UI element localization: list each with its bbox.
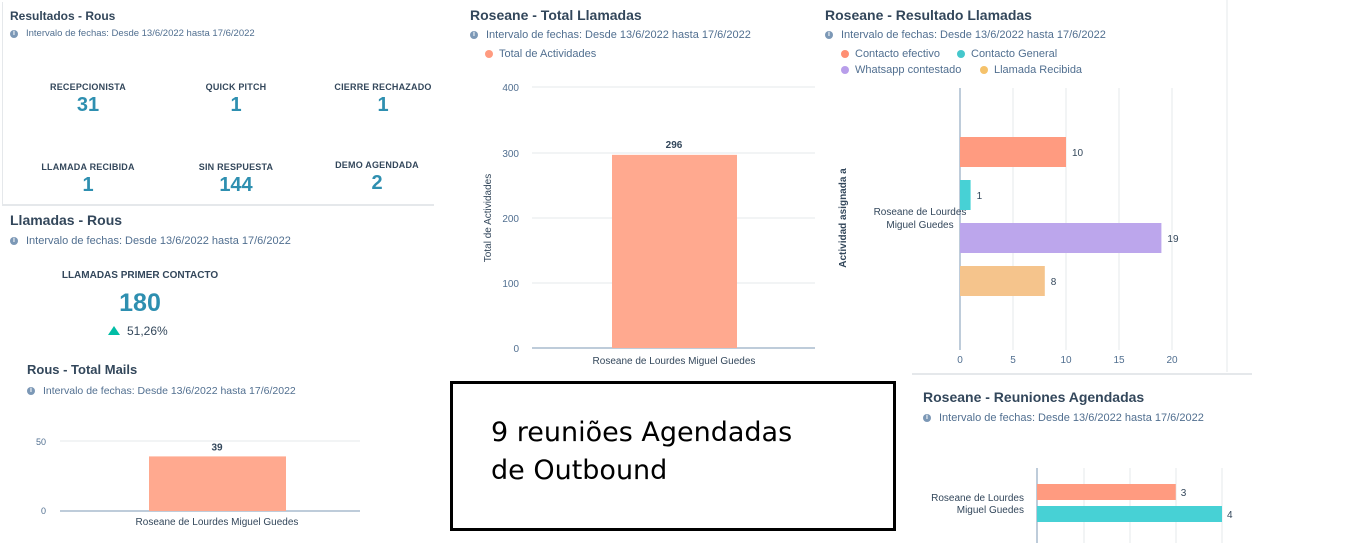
data-label: 39 [211, 442, 223, 453]
y-tick-label: 100 [502, 279, 519, 290]
date-range-text: Intervalo de fechas: Desde 13/6/2022 has… [26, 28, 255, 39]
y-axis-label: Actividad asignada a [838, 168, 849, 268]
data-label: 4 [1227, 510, 1233, 521]
y-tick-label: Miguel Guedes [957, 505, 1024, 516]
kpi-value[interactable]: 1 [318, 94, 448, 117]
y-tick-label: 200 [502, 214, 519, 225]
x-tick-label: Roseane de Lourdes Miguel Guedes [593, 356, 756, 367]
bar-whatsapp-contestado[interactable] [960, 223, 1162, 253]
note-text: 9 reuniões Agendadas de Outbound [491, 414, 871, 490]
bar-contacto-efectivo[interactable] [960, 137, 1066, 167]
kpi-cierre-rechazado: CIERRE RECHAZADO 1 [318, 82, 448, 117]
info-icon[interactable]: i [10, 29, 18, 38]
kpi-demo-agendada: DEMO AGENDADA 2 [312, 160, 442, 195]
kpi-label: SIN RESPUESTA [198, 162, 274, 172]
divider [2, 204, 434, 206]
llamadas-kpi-label: LLAMADAS PRIMER CONTACTO [61, 270, 219, 281]
resultados-card: Resultados - Rous i Intervalo de fechas:… [0, 0, 436, 206]
kpi-value[interactable]: 144 [171, 174, 301, 197]
resultado-llamadas-chart: Actividad asignada a Roseane de Lourdes … [838, 0, 1228, 372]
x-tick-label: 15 [1113, 355, 1125, 366]
bar-contacto-general[interactable] [960, 180, 971, 210]
change-value: 51,26% [127, 324, 168, 338]
kpi-label: CIERRE RECHAZADO [334, 82, 432, 92]
divider [912, 373, 1252, 375]
resultados-title: Resultados - Rous [10, 9, 116, 23]
resultado-llamadas-card: Roseane - Resultado Llamadas i Intervalo… [815, 0, 1255, 372]
data-label: 1 [977, 191, 983, 202]
bar-series-1[interactable] [1037, 484, 1176, 500]
y-tick-label: Roseane de Lourdes [874, 207, 967, 218]
llamadas-change: 51,26% [108, 324, 168, 338]
llamadas-date-range: i Intervalo de fechas: Desde 13/6/2022 h… [10, 235, 291, 247]
total-llamadas-chart: 400 300 200 100 0 Total de Actividades 2… [483, 83, 817, 367]
note-box: 9 reuniões Agendadas de Outbound [450, 381, 896, 531]
total-llamadas-card: Roseane - Total Llamadas i Intervalo de … [440, 0, 830, 375]
kpi-value[interactable]: 31 [23, 94, 153, 117]
llamadas-title: Llamadas - Rous [10, 212, 123, 228]
x-tick-label: 20 [1166, 355, 1178, 366]
kpi-sin-respuesta: SIN RESPUESTA 144 [171, 162, 301, 197]
bar-roseane[interactable] [612, 154, 737, 348]
note-line: de Outbound [491, 455, 668, 486]
y-tick-label: 0 [41, 506, 46, 516]
x-tick-label: 0 [957, 355, 963, 366]
reuniones-chart: Roseane de Lourdes Miguel Guedes 3 4 [931, 468, 1233, 543]
kpi-label: DEMO AGENDADA [335, 160, 419, 170]
bar-roseane[interactable] [149, 456, 286, 511]
llamadas-card: Llamadas - Rous i Intervalo de fechas: D… [0, 207, 440, 347]
data-label: 296 [666, 140, 683, 151]
bar-series-2[interactable] [1037, 506, 1222, 522]
y-tick-label: 0 [513, 344, 519, 355]
data-label: 3 [1181, 488, 1187, 499]
x-tick-label: 5 [1010, 355, 1016, 366]
y-tick-label: 50 [36, 437, 46, 447]
total-mails-card: Rous - Total Mails i Intervalo de fechas… [0, 355, 440, 543]
kpi-value[interactable]: 1 [171, 94, 301, 117]
data-label: 10 [1072, 148, 1084, 159]
date-range-text: Intervalo de fechas: Desde 13/6/2022 has… [26, 235, 291, 247]
y-tick-label: Miguel Guedes [886, 220, 953, 231]
kpi-label: LLAMADA RECIBIDA [41, 162, 135, 172]
y-tick-label: 400 [502, 83, 519, 94]
note-line: 9 reuniões Agendadas [491, 417, 793, 448]
kpi-quick-pitch: QUICK PITCH 1 [171, 82, 301, 117]
kpi-value[interactable]: 1 [23, 174, 153, 197]
info-icon[interactable]: i [10, 237, 18, 245]
reuniones-card: Roseane - Reuniones Agendadas i Interval… [912, 380, 1252, 543]
x-tick-label: 10 [1060, 355, 1072, 366]
data-label: 19 [1167, 234, 1179, 245]
divider [2, 2, 3, 204]
kpi-value[interactable]: 2 [312, 172, 442, 195]
kpi-llamada-recibida: LLAMADA RECIBIDA 1 [23, 162, 153, 197]
y-axis-label: Total de Actividades [483, 174, 494, 262]
y-tick-label: 300 [502, 149, 519, 160]
x-tick-label: Roseane de Lourdes Miguel Guedes [136, 517, 299, 528]
bar-llamada-recibida[interactable] [960, 266, 1045, 296]
resultados-date-range: i Intervalo de fechas: Desde 13/6/2022 h… [10, 28, 255, 39]
total-mails-chart: 50 0 39 Roseane de Lourdes Miguel Guedes [36, 437, 360, 528]
triangle-up-icon [108, 326, 120, 335]
data-label: 8 [1051, 277, 1057, 288]
y-tick-label: Roseane de Lourdes [931, 493, 1024, 504]
kpi-label: QUICK PITCH [205, 82, 267, 92]
kpi-recepcionista: RECEPCIONISTA 31 [23, 82, 153, 117]
kpi-label: RECEPCIONISTA [50, 82, 126, 92]
llamadas-kpi-value[interactable]: 180 [40, 289, 240, 318]
